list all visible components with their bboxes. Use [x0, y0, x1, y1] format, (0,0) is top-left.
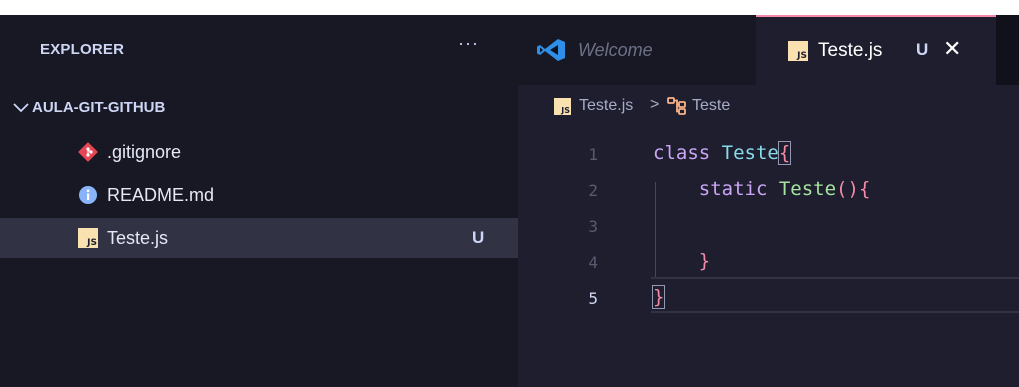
code-text: static Teste(){ — [653, 178, 871, 200]
untracked-badge: U — [472, 228, 485, 247]
code-line[interactable]: 5 } — [518, 281, 1019, 319]
line-number: 3 — [588, 217, 598, 236]
breadcrumb-symbol[interactable]: Teste — [692, 97, 730, 115]
tab-label: Welcome — [578, 40, 653, 60]
file-name: Teste.js — [107, 228, 169, 248]
explorer-header: EXPLORER ··· — [0, 15, 518, 85]
tab-bar: Welcome JS Teste.js U ✕ — [518, 15, 1019, 85]
file-name: .gitignore — [107, 142, 182, 162]
folder-aula-git-github[interactable]: AULA-GIT-GITHUB — [0, 93, 518, 123]
breadcrumb-file[interactable]: Teste.js — [579, 97, 633, 115]
tab-teste-js[interactable]: JS Teste.js U ✕ — [756, 15, 996, 85]
info-icon — [79, 186, 97, 204]
line-number: 5 — [588, 289, 598, 308]
code-token: { — [777, 141, 792, 165]
line-number: 4 — [588, 253, 598, 272]
code-line[interactable]: 2 static Teste(){ — [518, 173, 1019, 211]
file-item-readme[interactable]: README.md — [0, 175, 518, 215]
more-actions-button[interactable]: ··· — [458, 33, 479, 54]
editor-group: Welcome JS Teste.js U ✕ JS Teste.js > Te… — [518, 15, 1019, 387]
code-text: } — [651, 285, 666, 309]
close-icon[interactable]: ✕ — [943, 36, 961, 62]
breadcrumb-separator: > — [650, 96, 660, 113]
code-text: class Teste{ — [653, 141, 792, 165]
code-token: Teste — [721, 142, 779, 164]
code-token: { — [858, 178, 871, 200]
code-token: () — [836, 178, 859, 200]
code-line[interactable]: 1 class Teste{ — [518, 137, 1019, 175]
code-token: } — [651, 285, 666, 309]
js-icon: JS — [78, 228, 98, 248]
file-name: README.md — [107, 185, 215, 205]
class-symbol-icon — [667, 97, 686, 115]
untracked-badge: U — [916, 40, 929, 59]
code-text: } — [653, 250, 710, 272]
code-line[interactable]: 4 } — [518, 245, 1019, 283]
chevron-down-icon — [13, 103, 29, 113]
js-icon: JS — [788, 41, 808, 61]
explorer-sidebar: EXPLORER ··· AULA-GIT-GITHUB .gitignore … — [0, 15, 518, 387]
file-item-teste-js[interactable]: JS Teste.js U — [0, 218, 518, 258]
explorer-title: EXPLORER — [40, 41, 125, 58]
js-icon: JS — [554, 98, 571, 115]
code-token: } — [653, 250, 711, 272]
code-line[interactable]: 3 — [518, 209, 1019, 247]
vscode-icon — [537, 39, 565, 61]
file-item-gitignore[interactable]: .gitignore — [0, 132, 518, 172]
folder-name: AULA-GIT-GITHUB — [32, 99, 166, 116]
line-number: 2 — [588, 181, 598, 200]
code-token: static — [653, 178, 779, 200]
tab-welcome[interactable]: Welcome — [518, 15, 756, 85]
tab-label: Teste.js — [818, 40, 883, 61]
code-token: class — [653, 142, 722, 164]
window-top-strip — [0, 0, 1019, 15]
git-icon — [78, 142, 98, 162]
code-token: Teste — [778, 178, 837, 200]
line-number: 1 — [588, 145, 598, 164]
